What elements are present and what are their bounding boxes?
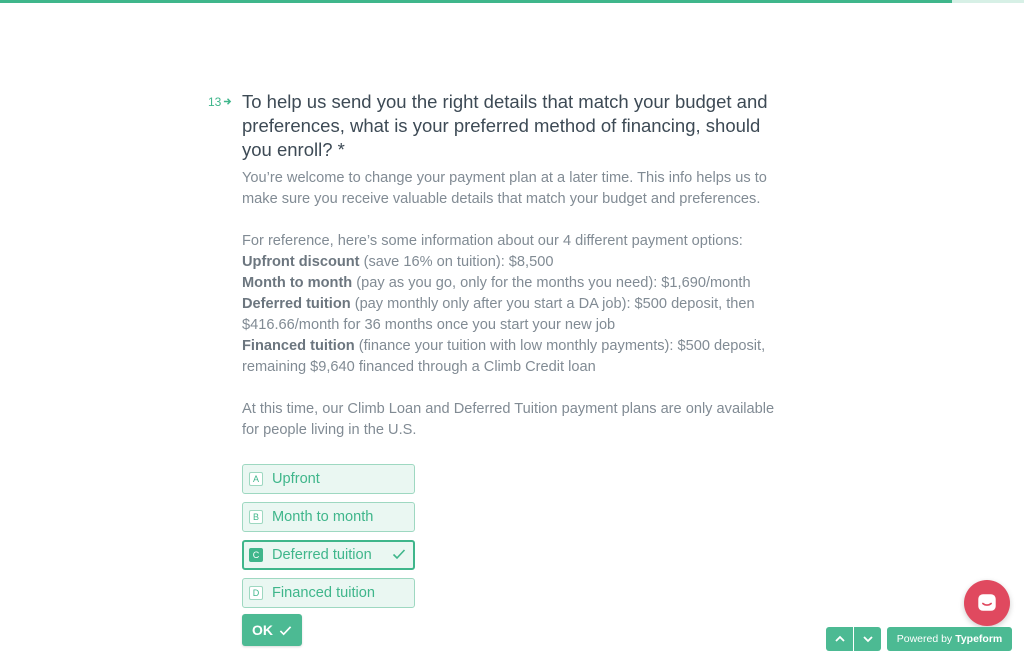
chevron-down-icon [862, 636, 873, 643]
chevron-up-icon [834, 635, 845, 642]
choice-key: C [249, 548, 263, 562]
check-icon [392, 549, 406, 560]
choice-upfront[interactable]: A Upfront [242, 464, 415, 494]
choice-key: D [249, 586, 263, 600]
choice-label: Upfront [272, 471, 320, 487]
question-description: You’re welcome to change your payment pl… [242, 168, 787, 441]
arrow-right-icon [223, 95, 232, 109]
previous-question-button[interactable] [826, 627, 853, 651]
powered-by-typeform-link[interactable]: Powered by Typeform [887, 627, 1012, 651]
choice-label: Financed tuition [272, 585, 376, 601]
choice-deferred-tuition[interactable]: C Deferred tuition [242, 540, 415, 570]
choice-month-to-month[interactable]: B Month to month [242, 502, 415, 532]
description-intro: You’re welcome to change your payment pl… [242, 170, 767, 207]
chat-button[interactable] [964, 580, 1010, 626]
choice-key: A [249, 472, 263, 486]
powered-by-brand: Typeform [955, 633, 1003, 645]
description-reference: For reference, here’s some information a… [242, 233, 743, 249]
payment-option-name: Financed tuition [242, 338, 355, 354]
payment-option-name: Upfront discount [242, 254, 360, 270]
payment-option-info: Financed tuition (finance your tuition w… [242, 336, 787, 378]
choice-financed-tuition[interactable]: D Financed tuition [242, 578, 415, 608]
question-navigation [826, 627, 881, 651]
ok-button-label: OK [252, 622, 273, 638]
question-title: To help us send you the right details th… [242, 91, 768, 160]
payment-option-detail: (pay as you go, only for the months you … [352, 275, 751, 291]
payment-option-detail: (save 16% on tuition): $8,500 [359, 254, 554, 270]
choice-key: B [249, 510, 263, 524]
check-icon [279, 625, 292, 635]
question-number: 13 [208, 95, 232, 109]
powered-by-prefix: Powered by [896, 633, 953, 645]
payment-option-info: Deferred tuition (pay monthly only after… [242, 294, 787, 336]
progress-track [0, 0, 1024, 3]
question-number-label: 13 [208, 95, 222, 109]
choice-list: A Upfront B Month to month C Deferred tu… [242, 464, 415, 616]
payment-option-info: Upfront discount (save 16% on tuition): … [242, 252, 787, 273]
choice-label: Month to month [272, 509, 374, 525]
choice-label: Deferred tuition [272, 547, 372, 563]
progress-fill [0, 0, 953, 3]
payment-option-name: Deferred tuition [242, 296, 351, 312]
next-question-button[interactable] [854, 627, 881, 651]
payment-option-info: Month to month (pay as you go, only for … [242, 273, 787, 294]
ok-button[interactable]: OK [242, 614, 302, 646]
chat-icon [978, 594, 996, 611]
description-note: At this time, our Climb Loan and Deferre… [242, 401, 775, 438]
payment-option-name: Month to month [242, 275, 353, 291]
